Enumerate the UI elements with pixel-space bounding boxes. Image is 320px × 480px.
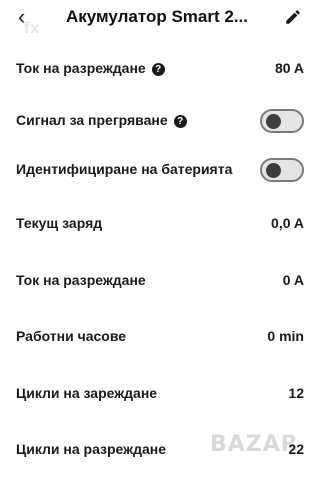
row-battery-identification: Идентифициране на батерията [0,158,318,182]
row-label: Ток на разреждане? [16,60,165,76]
row-operating-hours: Работни часове 0 min [0,325,318,349]
row-label: Сигнал за прегряване? [16,112,187,128]
row-label: Текущ заряд [16,215,103,231]
edit-pencil-icon[interactable] [284,8,302,26]
row-discharge-current: Ток на разреждане 0 A [0,269,318,293]
battery-identification-toggle[interactable] [260,158,304,182]
help-icon[interactable]: ? [151,63,165,76]
row-overheat-signal: Сигнал за прегряване? [0,109,318,133]
row-discharge-current-limit: Ток на разреждане? 80 A [0,57,318,81]
row-value: 80 A [274,60,304,76]
app-header: ‹ fx Акумулатор Smart 2... [0,0,318,37]
page-title: Акумулатор Smart 2... [66,7,248,26]
watermark-text: fx [24,20,41,37]
row-charge-cycles: Цикли на зареждане 12 [0,382,318,406]
row-label: Работни часове [16,328,127,344]
row-discharge-cycles: Цикли на разреждане 22 [0,438,318,462]
row-label: Идентифициране на батерията [16,161,233,177]
row-value: 22 [288,441,304,457]
row-label: Цикли на зареждане [16,385,158,401]
help-icon[interactable]: ? [173,115,187,128]
row-value: 0 A [282,272,304,288]
row-value: 12 [288,385,304,401]
row-current-charge: Текущ заряд 0,0 A [0,212,318,236]
toggle-knob [266,114,281,129]
toggle-knob [266,163,281,178]
row-value: 0,0 A [271,215,304,231]
row-label: Цикли на разреждане [16,441,166,457]
row-value: 0 min [267,328,304,344]
row-label: Ток на разреждане [16,272,146,288]
overheat-signal-toggle[interactable] [260,109,304,133]
